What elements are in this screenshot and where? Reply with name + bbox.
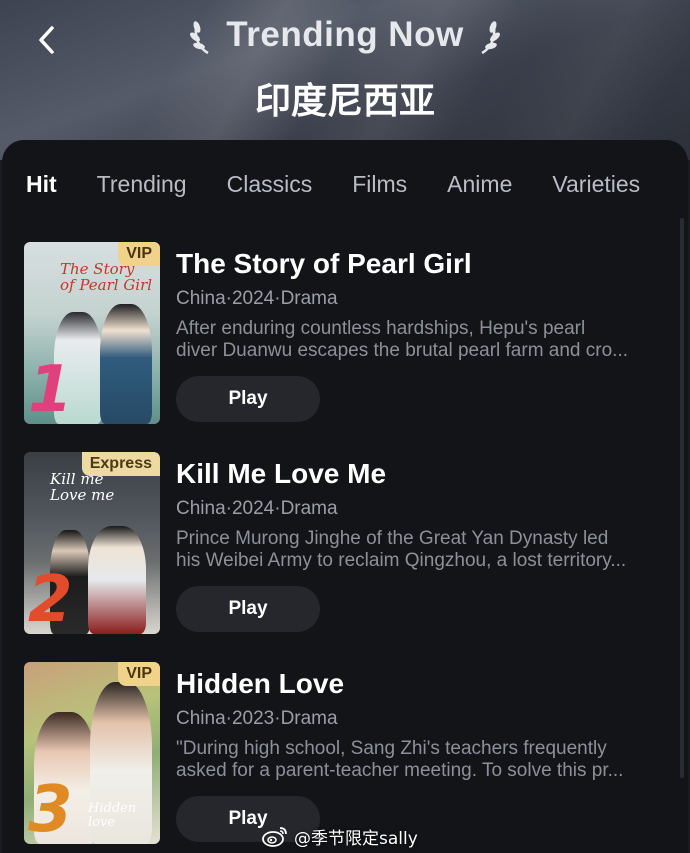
item-title[interactable]: Hidden Love (176, 666, 664, 702)
description-line: asked for a parent-teacher meeting. To s… (176, 760, 624, 781)
watermark-text: @季节限定sally (294, 828, 418, 849)
item-info: Hidden Love China·2023·Drama "During hig… (176, 662, 664, 782)
item-meta: China·2024·Drama (176, 498, 338, 519)
tab-anime[interactable]: Anime (447, 166, 512, 202)
laurel-right-icon (481, 21, 500, 55)
page-title-row: Trending Now (0, 10, 690, 60)
item-info: The Story of Pearl Girl China·2024·Drama… (176, 242, 664, 362)
poster-image[interactable]: The Story of Pearl Girl 1 VIP (24, 242, 160, 424)
item-meta: China·2023·Drama (176, 708, 338, 729)
item-description: After enduring countless hardships, Hepu… (176, 318, 664, 362)
poster-title-text: of Pearl Girl (60, 275, 153, 294)
laurel-left-icon (190, 21, 209, 55)
tab-hit[interactable]: Hit (26, 166, 57, 202)
description-line: After enduring countless hardships, Hepu… (176, 318, 586, 339)
vip-badge: VIP (118, 662, 160, 686)
description-line: "During high school, Sang Zhi's teachers… (176, 738, 607, 759)
page-title: Trending Now (226, 15, 464, 54)
list-item[interactable]: Kill me Love me 2 Express Kill Me Love M… (24, 452, 664, 634)
tab-films[interactable]: Films (352, 166, 407, 202)
rank-number: 2 (28, 563, 73, 634)
description-line: his Weibei Army to reclaim Qingzhou, a l… (176, 550, 627, 571)
poster-figure (88, 526, 146, 634)
watermark: @季节限定sally (262, 822, 418, 850)
scrollbar[interactable] (680, 218, 684, 778)
description-line: Prince Murong Jinghe of the Great Yan Dy… (176, 528, 609, 549)
rank-number: 1 (28, 353, 73, 424)
tab-trending[interactable]: Trending (97, 166, 187, 202)
list-item[interactable]: The Story of Pearl Girl 1 VIP The Story … (24, 242, 664, 424)
play-button[interactable]: Play (176, 586, 320, 632)
list-item[interactable]: Hidden love 3 VIP Hidden Love China·2023… (24, 662, 664, 844)
item-description: Prince Murong Jinghe of the Great Yan Dy… (176, 528, 664, 572)
item-title[interactable]: Kill Me Love Me (176, 456, 664, 492)
item-meta: China·2024·Drama (176, 288, 338, 309)
item-title[interactable]: The Story of Pearl Girl (176, 246, 664, 282)
item-info: Kill Me Love Me China·2024·Drama Prince … (176, 452, 664, 572)
description-line: diver Duanwu escapes the brutal pearl fa… (176, 340, 629, 361)
rank-number: 3 (28, 773, 73, 844)
poster-title-text: Love me (50, 485, 115, 504)
poster-image[interactable]: Hidden love 3 VIP (24, 662, 160, 844)
tab-varieties[interactable]: Varieties (552, 166, 640, 202)
vip-badge: VIP (118, 242, 160, 266)
poster-image[interactable]: Kill me Love me 2 Express (24, 452, 160, 634)
poster-figure (100, 304, 152, 424)
tab-classics[interactable]: Classics (227, 166, 313, 202)
poster-title-text: Hidden love (88, 801, 137, 830)
item-description: "During high school, Sang Zhi's teachers… (176, 738, 664, 782)
express-badge: Express (81, 452, 160, 476)
category-tabs: Hit Trending Classics Films Anime Variet… (26, 166, 690, 202)
region-title: 印度尼西亚 (254, 81, 435, 122)
weibo-logo-icon (262, 827, 287, 847)
play-button[interactable]: Play (176, 376, 320, 422)
